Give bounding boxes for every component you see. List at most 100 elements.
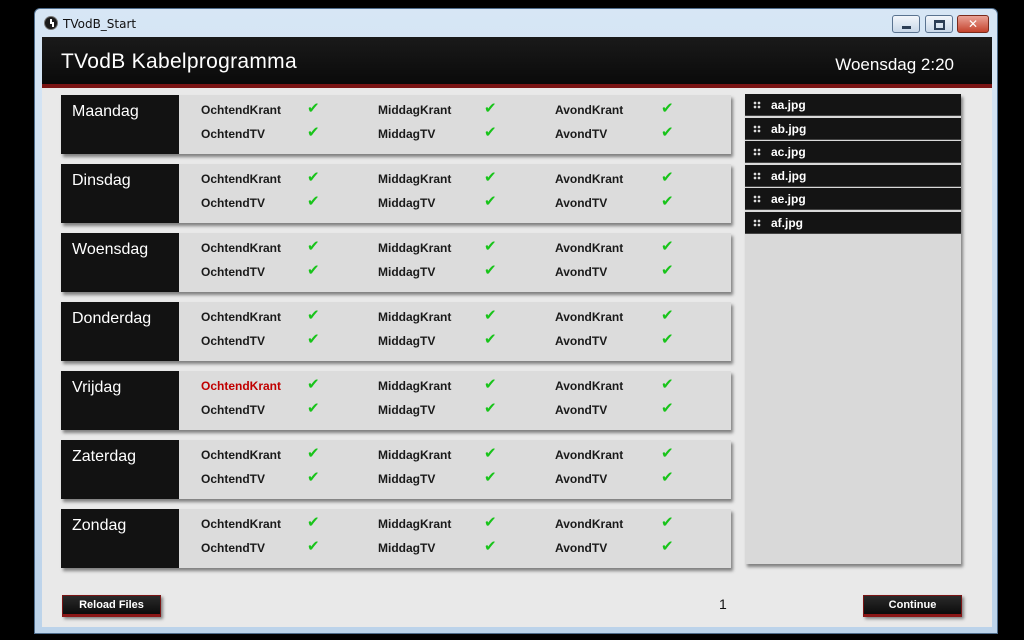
checkmark-icon: ✔ bbox=[484, 99, 497, 117]
schedule-item-middagtv: MiddagTV bbox=[378, 334, 436, 348]
schedule-item-middagkrant: MiddagKrant bbox=[378, 448, 452, 462]
checkmark-icon: ✔ bbox=[484, 444, 497, 462]
checkmark-icon: ✔ bbox=[484, 192, 497, 210]
checkmark-icon: ✔ bbox=[484, 261, 497, 279]
checkmark-icon: ✔ bbox=[661, 237, 674, 255]
file-list-item[interactable]: ac.jpg bbox=[745, 141, 961, 164]
client-area: TVodB Kabelprogramma Woensdag 2:20 Maand… bbox=[42, 37, 992, 627]
maximize-button[interactable] bbox=[925, 15, 953, 33]
day-label-box: Woensdag bbox=[61, 233, 179, 292]
drag-handle-icon[interactable] bbox=[753, 101, 761, 109]
checkmark-icon: ✔ bbox=[307, 123, 320, 141]
schedule-item-avondtv: AvondTV bbox=[555, 541, 608, 555]
day-label: Woensdag bbox=[72, 241, 149, 258]
schedule-item-ochtendkrant: OchtendKrant bbox=[201, 103, 282, 117]
schedule-item-avondtv: AvondTV bbox=[555, 334, 608, 348]
schedule-item-ochtendkrant: OchtendKrant bbox=[201, 241, 282, 255]
clock-display: Woensdag 2:20 bbox=[835, 55, 954, 74]
schedule-item-middagkrant: MiddagKrant bbox=[378, 517, 452, 531]
reload-files-button[interactable]: Reload Files bbox=[62, 595, 161, 617]
close-button[interactable]: ✕ bbox=[957, 15, 989, 33]
minimize-button[interactable] bbox=[892, 15, 920, 33]
schedule-item-ochtendkrant: OchtendKrant bbox=[201, 310, 282, 324]
checkmark-icon: ✔ bbox=[661, 123, 674, 141]
checkmark-icon: ✔ bbox=[307, 375, 320, 393]
title-bar[interactable]: TVodB_Start ✕ bbox=[35, 9, 997, 38]
schedule-item-ochtendtv: OchtendTV bbox=[201, 472, 266, 486]
checkmark-icon: ✔ bbox=[307, 237, 320, 255]
checkmark-icon: ✔ bbox=[484, 330, 497, 348]
day-row-vrijdag: Vrijdag OchtendKrant ✔ MiddagKrant ✔ AvondKra… bbox=[61, 371, 731, 430]
checkmark-icon: ✔ bbox=[661, 399, 674, 417]
checkmark-icon: ✔ bbox=[661, 261, 674, 279]
schedule-item-avondtv: AvondTV bbox=[555, 127, 608, 141]
file-list-item[interactable]: af.jpg bbox=[745, 212, 961, 234]
checkmark-icon: ✔ bbox=[307, 261, 320, 279]
window-title: TVodB_Start bbox=[63, 17, 137, 31]
checkmark-icon: ✔ bbox=[307, 168, 320, 186]
schedule-item-avondkrant: AvondKrant bbox=[555, 379, 624, 393]
drag-handle-icon[interactable] bbox=[753, 148, 761, 157]
schedule-item-ochtendkrant: OchtendKrant bbox=[201, 517, 282, 531]
app-header: TVodB Kabelprogramma Woensdag 2:20 bbox=[42, 37, 992, 88]
checkmark-icon: ✔ bbox=[307, 444, 320, 462]
file-list-item[interactable]: ae.jpg bbox=[745, 188, 961, 211]
schedule-item-ochtendkrant: OchtendKrant bbox=[201, 379, 282, 393]
schedule-item-ochtendkrant: OchtendKrant bbox=[201, 448, 282, 462]
drag-handle-icon[interactable] bbox=[753, 124, 761, 133]
day-row-zondag: Zondag OchtendKrant ✔ MiddagKrant ✔ AvondKran… bbox=[61, 509, 731, 568]
drag-handle-icon[interactable] bbox=[753, 219, 761, 227]
day-label: Vrijdag bbox=[72, 379, 122, 396]
checkmark-icon: ✔ bbox=[484, 399, 497, 417]
checkmark-icon: ✔ bbox=[307, 99, 320, 117]
checkmark-icon: ✔ bbox=[661, 168, 674, 186]
schedule-item-ochtendtv: OchtendTV bbox=[201, 334, 266, 348]
file-name: ad.jpg bbox=[771, 168, 807, 183]
drag-handle-icon[interactable] bbox=[753, 171, 761, 180]
checkmark-icon: ✔ bbox=[307, 537, 320, 555]
checkmark-icon: ✔ bbox=[307, 513, 320, 531]
schedule-item-middagtv: MiddagTV bbox=[378, 127, 436, 141]
schedule-item-middagtv: MiddagTV bbox=[378, 403, 436, 417]
schedule-item-middagkrant: MiddagKrant bbox=[378, 103, 452, 117]
day-row-donderdag: Donderdag OchtendKrant ✔ MiddagKrant ✔ AvondK… bbox=[61, 302, 731, 361]
file-list-item[interactable]: ab.jpg bbox=[745, 117, 961, 140]
schedule-item-middagkrant: MiddagKrant bbox=[378, 172, 452, 186]
app-title: TVodB Kabelprogramma bbox=[61, 50, 297, 73]
day-label-box: Vrijdag bbox=[61, 371, 179, 430]
checkmark-icon: ✔ bbox=[661, 99, 674, 117]
day-label-box: Zondag bbox=[61, 509, 179, 568]
file-name: af.jpg bbox=[771, 216, 803, 230]
schedule-item-avondtv: AvondTV bbox=[555, 265, 608, 279]
schedule-item-avondtv: AvondTV bbox=[555, 472, 608, 486]
checkmark-icon: ✔ bbox=[661, 513, 674, 531]
drag-handle-icon[interactable] bbox=[753, 195, 761, 204]
checkmark-icon: ✔ bbox=[661, 468, 674, 486]
schedule-item-avondkrant: AvondKrant bbox=[555, 517, 624, 531]
checkmark-icon: ✔ bbox=[484, 513, 497, 531]
day-label-box: Dinsdag bbox=[61, 164, 179, 223]
checkmark-icon: ✔ bbox=[661, 192, 674, 210]
schedule-item-avondkrant: AvondKrant bbox=[555, 241, 624, 255]
day-label-box: Donderdag bbox=[61, 302, 179, 361]
checkmark-icon: ✔ bbox=[307, 306, 320, 324]
application-window: TVodB_Start ✕ TVodB Kabelprogramma Woens… bbox=[34, 8, 998, 634]
file-name: ab.jpg bbox=[771, 121, 807, 136]
checkmark-icon: ✔ bbox=[484, 237, 497, 255]
file-name: ae.jpg bbox=[771, 192, 806, 207]
file-name: ac.jpg bbox=[771, 145, 806, 160]
checkmark-icon: ✔ bbox=[307, 330, 320, 348]
schedule-item-avondkrant: AvondKrant bbox=[555, 172, 624, 186]
checkmark-icon: ✔ bbox=[484, 306, 497, 324]
file-list-item[interactable]: aa.jpg bbox=[745, 94, 961, 116]
page-number: 1 bbox=[719, 596, 727, 612]
minimize-icon bbox=[902, 26, 911, 29]
checkmark-icon: ✔ bbox=[484, 375, 497, 393]
schedule-item-middagkrant: MiddagKrant bbox=[378, 310, 452, 324]
continue-button[interactable]: Continue bbox=[863, 595, 962, 617]
checkmark-icon: ✔ bbox=[484, 537, 497, 555]
file-name: aa.jpg bbox=[771, 98, 806, 112]
app-clock-icon bbox=[44, 16, 58, 30]
file-list-item[interactable]: ad.jpg bbox=[745, 164, 961, 187]
file-list-panel: aa.jpg ab.jpg ac.jpg ad.jpg ae.jpg af.jpg bbox=[745, 94, 961, 564]
